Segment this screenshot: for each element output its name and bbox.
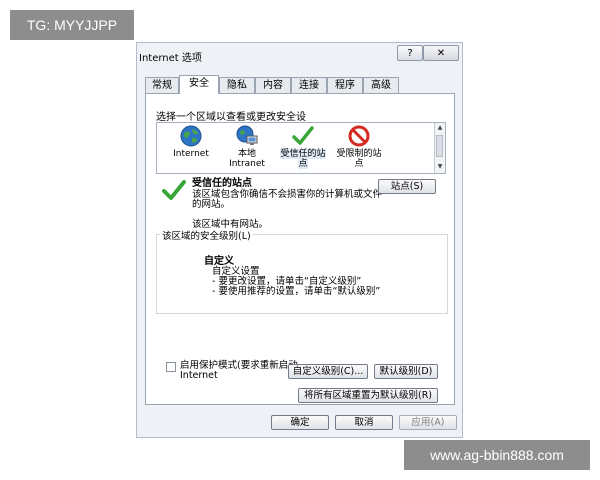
zone-label: 本地 Intranet xyxy=(229,149,265,169)
close-button[interactable]: ✕ xyxy=(423,45,459,61)
security-panel: 选择一个区域以查看或更改安全设 Internet 本地 Intranet 受信任… xyxy=(145,93,455,405)
tab-general[interactable]: 常规 xyxy=(145,77,179,93)
tab-content[interactable]: 内容 xyxy=(255,77,291,93)
scroll-down-icon[interactable]: ▼ xyxy=(436,163,444,171)
default-level-button[interactable]: 默认级别(D) xyxy=(374,364,438,379)
zone-prompt: 选择一个区域以查看或更改安全设 xyxy=(156,112,306,123)
zone-scrollbar[interactable]: ▲ ▼ xyxy=(434,123,445,173)
security-level-name: 自定义 xyxy=(204,256,234,267)
trusted-check-icon xyxy=(292,126,314,145)
protected-mode-label: 启用保护模式(要求重新启动 Internet xyxy=(180,360,298,381)
selected-zone-description: 该区域包含你确信不会损害你的计算机或文件的网站。 xyxy=(192,189,383,210)
protected-mode-checkbox[interactable] xyxy=(166,362,176,372)
close-icon: ✕ xyxy=(436,48,446,59)
zone-label: 受信任的站 点 xyxy=(280,149,326,169)
tab-privacy[interactable]: 隐私 xyxy=(219,77,255,93)
internet-options-dialog: Internet 选项 ? ✕ 常规 安全 隐私 内容 连接 程序 高级 选择一… xyxy=(136,42,463,438)
scroll-thumb[interactable] xyxy=(436,135,443,157)
local-intranet-icon xyxy=(236,125,258,145)
tab-connections[interactable]: 连接 xyxy=(291,77,327,93)
selected-zone-check-icon xyxy=(162,180,186,200)
zone-local-intranet[interactable]: 本地 Intranet xyxy=(219,125,275,169)
help-button[interactable]: ? xyxy=(397,45,423,61)
tab-security[interactable]: 安全 xyxy=(179,75,219,94)
scroll-up-icon[interactable]: ▲ xyxy=(436,124,444,132)
zone-trusted-sites[interactable]: 受信任的站 点 xyxy=(275,125,331,169)
custom-level-button[interactable]: 自定义级别(C)... xyxy=(288,364,368,379)
sites-button[interactable]: 站点(S) xyxy=(378,179,436,194)
cancel-button[interactable]: 取消 xyxy=(335,415,393,430)
dialog-title: Internet 选项 xyxy=(139,53,202,64)
apply-button[interactable]: 应用(A) xyxy=(399,415,457,430)
tab-strip: 常规 安全 隐私 内容 连接 程序 高级 xyxy=(145,75,461,94)
zone-internet[interactable]: Internet xyxy=(163,125,219,159)
zone-label: 受限制的站 点 xyxy=(336,149,382,169)
watermark-top: TG: MYYJJPP xyxy=(10,10,134,40)
reset-all-zones-button[interactable]: 将所有区域重置为默认级别(R) xyxy=(298,388,438,403)
restricted-icon xyxy=(348,125,370,147)
ok-button[interactable]: 确定 xyxy=(271,415,329,430)
selected-zone-title: 受信任的站点 xyxy=(192,178,252,189)
zone-list: Internet 本地 Intranet 受信任的站 点 受限制的站 点 ▲ ▼ xyxy=(156,122,446,174)
globe-icon xyxy=(180,125,202,147)
security-level-line: - 要使用推荐的设置，请单击“默认级别” xyxy=(212,286,381,297)
title-bar: Internet 选项 ? ✕ xyxy=(137,43,462,67)
security-level-group xyxy=(156,234,448,314)
security-level-legend: 该区域的安全级别(L) xyxy=(160,228,253,242)
tab-advanced[interactable]: 高级 xyxy=(363,77,399,93)
zone-restricted-sites[interactable]: 受限制的站 点 xyxy=(331,125,387,169)
zone-label: Internet xyxy=(173,149,209,159)
watermark-bottom: www.ag-bbin888.com xyxy=(404,440,590,470)
tab-programs[interactable]: 程序 xyxy=(327,77,363,93)
